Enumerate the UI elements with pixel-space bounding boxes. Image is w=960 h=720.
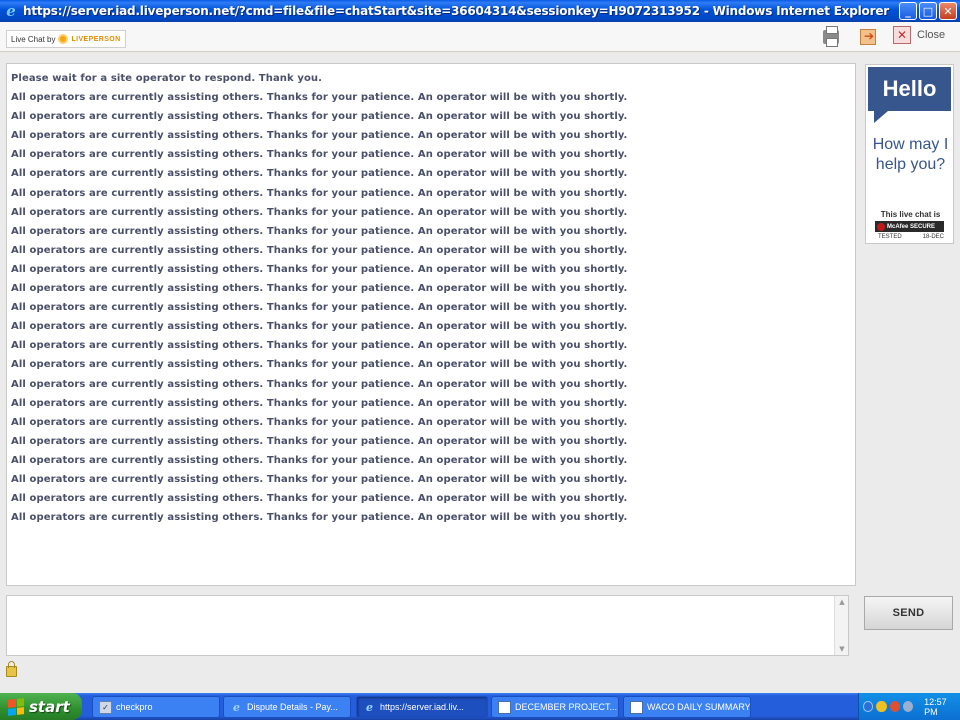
system-message: Please wait for a site operator to respo… bbox=[11, 73, 323, 84]
hello-bubble: Hello bbox=[868, 67, 951, 123]
mcafee-shield-icon bbox=[877, 222, 885, 231]
tested-date: 18-DEC bbox=[922, 234, 944, 240]
taskbar-item-label: https://server.iad.liv... bbox=[380, 702, 464, 712]
mcafee-secure-badge[interactable]: McAfee SECURE bbox=[875, 221, 944, 232]
operator-wait-message: All operators are currently assisting ot… bbox=[11, 359, 628, 371]
window-close-button[interactable]: ✕ bbox=[939, 2, 957, 20]
printer-icon bbox=[823, 26, 839, 47]
windows-flag-icon bbox=[8, 697, 24, 716]
security-icon[interactable] bbox=[889, 701, 900, 712]
taskbar-item-dispute-details[interactable]: e Dispute Details - Pay... bbox=[223, 696, 351, 718]
windows-taskbar: start ✓ checkpro e Dispute Details - Pay… bbox=[0, 693, 960, 720]
secure-text: This live chat is bbox=[880, 210, 941, 219]
internet-explorer-icon: e bbox=[6, 2, 16, 20]
message-input-area: ▲ ▼ bbox=[6, 595, 849, 656]
hello-subtext: How may I help you? bbox=[872, 136, 949, 173]
document-icon bbox=[498, 700, 511, 714]
input-scrollbar[interactable]: ▲ ▼ bbox=[834, 596, 848, 655]
brand-prefix: Live Chat by bbox=[11, 34, 56, 44]
chat-body: Please wait for a site operator to respo… bbox=[0, 53, 960, 693]
lock-icon bbox=[6, 661, 17, 677]
volume-icon[interactable] bbox=[902, 701, 914, 712]
close-chat-button[interactable]: ✕ Close bbox=[893, 26, 945, 44]
hello-banner[interactable]: Hello How may I help you? This live chat… bbox=[865, 64, 954, 244]
operator-wait-message: All operators are currently assisting ot… bbox=[11, 187, 628, 199]
operator-wait-message: All operators are currently assisting ot… bbox=[11, 130, 628, 142]
network-icon[interactable] bbox=[863, 701, 874, 712]
email-arrow-icon bbox=[860, 29, 876, 45]
maximize-button[interactable]: □ bbox=[919, 2, 937, 20]
app-icon: ✓ bbox=[99, 700, 112, 714]
operator-wait-message: All operators are currently assisting ot… bbox=[11, 493, 628, 505]
taskbar-item-label: checkpro bbox=[116, 702, 153, 712]
window-title: https://server.iad.liveperson.net/?cmd=f… bbox=[23, 4, 889, 18]
window-titlebar: e https://server.iad.liveperson.net/?cmd… bbox=[0, 0, 960, 22]
taskbar-item-label: Dispute Details - Pay... bbox=[247, 702, 338, 712]
messenger-icon[interactable] bbox=[876, 701, 887, 712]
taskbar-item-december-project[interactable]: DECEMBER PROJECT... bbox=[491, 696, 619, 718]
operator-wait-message: All operators are currently assisting ot… bbox=[11, 512, 628, 524]
operator-wait-message: All operators are currently assisting ot… bbox=[11, 92, 628, 104]
print-button[interactable] bbox=[820, 26, 842, 48]
close-label: Close bbox=[917, 29, 946, 41]
liveperson-brand: Live Chat by LIVEPERSON bbox=[6, 30, 126, 48]
operator-wait-message: All operators are currently assisting ot… bbox=[11, 340, 628, 352]
tray-clock[interactable]: 12:57 PM bbox=[924, 697, 960, 717]
operator-wait-message: All operators are currently assisting ot… bbox=[11, 111, 628, 123]
operator-wait-message: All operators are currently assisting ot… bbox=[11, 397, 628, 409]
operator-wait-message: All operators are currently assisting ot… bbox=[11, 378, 628, 390]
operator-wait-message: All operators are currently assisting ot… bbox=[11, 302, 628, 314]
operator-wait-message: All operators are currently assisting ot… bbox=[11, 206, 628, 218]
operator-wait-message: All operators are currently assisting ot… bbox=[11, 244, 628, 256]
start-label: start bbox=[29, 697, 70, 716]
ie-icon: e bbox=[233, 700, 240, 714]
scroll-down-arrow-icon[interactable]: ▼ bbox=[835, 643, 849, 655]
taskbar-item-label: DECEMBER PROJECT... bbox=[515, 702, 618, 712]
tested-line: TESTED 18-DEC bbox=[878, 234, 944, 240]
send-button[interactable]: SEND bbox=[864, 596, 953, 630]
chat-transcript: Please wait for a site operator to respo… bbox=[6, 63, 856, 586]
operator-wait-message: All operators are currently assisting ot… bbox=[11, 435, 628, 447]
ie-icon: e bbox=[366, 700, 373, 714]
start-button[interactable]: start bbox=[0, 693, 82, 720]
mcafee-badge-text: McAfee SECURE bbox=[887, 223, 936, 230]
operator-wait-message: All operators are currently assisting ot… bbox=[11, 473, 628, 485]
taskbar-item-waco-daily-summary[interactable]: WACO DAILY SUMMARY bbox=[623, 696, 751, 718]
operator-wait-message: All operators are currently assisting ot… bbox=[11, 321, 628, 333]
system-tray: 12:57 PM bbox=[858, 693, 960, 720]
taskbar-item-label: WACO DAILY SUMMARY bbox=[647, 702, 751, 712]
email-transcript-button[interactable] bbox=[857, 26, 879, 48]
window-controls: _ □ ✕ bbox=[899, 2, 957, 20]
operator-wait-message: All operators are currently assisting ot… bbox=[11, 149, 628, 161]
document-icon bbox=[630, 700, 643, 714]
operator-wait-message: All operators are currently assisting ot… bbox=[11, 454, 628, 466]
message-input[interactable] bbox=[7, 596, 833, 655]
close-icon: ✕ bbox=[893, 26, 911, 44]
minimize-button[interactable]: _ bbox=[899, 2, 917, 20]
operator-wait-message: All operators are currently assisting ot… bbox=[11, 168, 628, 180]
liveperson-logo-icon bbox=[58, 34, 69, 44]
operator-wait-message: All operators are currently assisting ot… bbox=[11, 225, 628, 237]
scroll-up-arrow-icon[interactable]: ▲ bbox=[835, 596, 849, 608]
chat-toolbar: Live Chat by LIVEPERSON ✕ Close bbox=[0, 22, 960, 52]
operator-wait-message: All operators are currently assisting ot… bbox=[11, 263, 628, 275]
operator-wait-message: All operators are currently assisting ot… bbox=[11, 283, 628, 295]
tested-label: TESTED bbox=[878, 234, 902, 240]
taskbar-item-liveperson[interactable]: e https://server.iad.liv... bbox=[356, 696, 488, 718]
taskbar-item-checkpro[interactable]: ✓ checkpro bbox=[92, 696, 220, 718]
operator-wait-message: All operators are currently assisting ot… bbox=[11, 416, 628, 428]
brand-name: LIVEPERSON bbox=[71, 35, 121, 43]
